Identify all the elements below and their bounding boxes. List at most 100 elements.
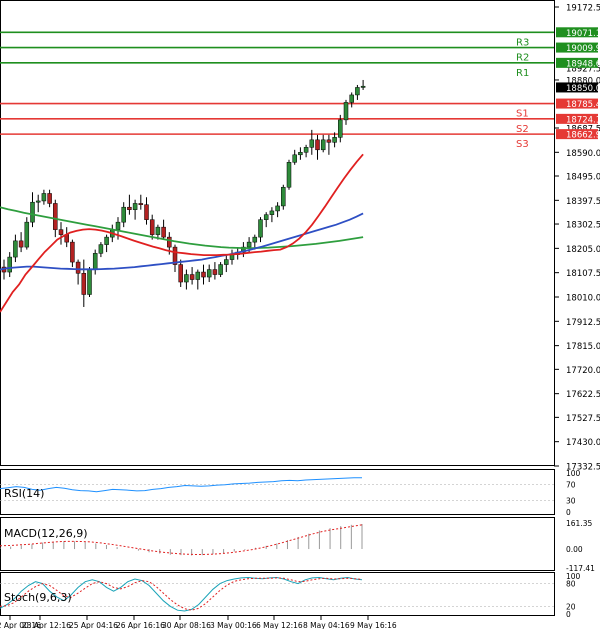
candle-bullish [332,137,337,143]
x-tick-label: 6 May 12:16 [256,621,303,629]
x-tick-label: 9 May 16:16 [350,621,397,629]
level-name-s2: S2 [516,124,529,135]
candle-bearish [127,206,132,210]
candle-bearish [149,219,155,235]
candle-bullish [13,240,18,258]
candle-bullish [338,119,343,138]
candle-bearish [47,193,52,204]
macd-panel [0,517,555,571]
candle-bullish [184,274,189,283]
chart-canvas: 19172.518880.018687.518590.018495.018397… [0,0,600,629]
stoch-tick-label: 0 [566,610,571,619]
y-tick-label: 17912.5 [566,318,600,328]
candle-bullish [292,154,297,163]
level-name-s1: S1 [516,109,529,120]
candle-bullish [258,219,263,238]
level-name-r1: R1 [516,68,529,79]
candle-bearish [201,271,206,278]
candle-bullish [155,226,161,235]
candle-bullish [303,147,309,153]
candle-bearish [189,274,195,280]
x-axis: 22 Apr 00:1623 Apr 12:1625 Apr 04:1626 A… [0,616,397,629]
candle-bullish [92,253,98,270]
candle-bullish [30,201,35,223]
candle-bullish [309,139,315,148]
rsi-tick-label: 100 [566,469,581,478]
candle-bearish [81,273,87,295]
candle-bullish [343,102,349,121]
x-tick-label: 25 Apr 04:16 [69,621,118,629]
y-tick-label: 17720.0 [566,366,600,376]
candle-bullish [41,193,47,202]
candle-bullish [7,256,12,273]
candle-bearish [161,226,166,238]
level-name-s3: S3 [516,139,529,150]
candle-bullish [121,206,126,223]
candle-bullish [87,269,92,295]
candle-bullish [349,94,354,103]
candle-bullish [218,264,223,275]
rsi-tick-label: 30 [566,496,576,505]
candle-bullish [360,85,366,88]
candle-bullish [252,236,258,243]
candle-bearish [144,204,149,220]
macd-tick-label: 0.00 [566,545,583,554]
candle-bullish [35,200,41,203]
candle-bearish [326,139,332,143]
y-tick-label: 17527.5 [566,414,600,424]
candle-bullish [24,221,30,248]
candle-bearish [18,240,24,248]
candle-bullish [246,241,252,248]
candle-bearish [75,261,81,274]
candle-bullish [298,152,303,156]
level-price-label: 19009.9 [566,44,600,54]
level-price-label: 18662.9 [566,131,600,141]
candle-bearish [70,241,75,263]
macd-label: MACD(12,26,9) [4,527,88,540]
current-price-label: 18850.0 [566,84,600,94]
candle-bearish [167,236,172,248]
candle-bullish [104,236,109,245]
x-tick-label: 30 Apr 08:16 [162,621,211,629]
candle-bullish [98,244,104,254]
candle-bearish [138,203,144,205]
y-tick-label: 18397.5 [566,197,600,207]
level-price-label: 18785.4 [566,100,600,110]
rsi-panel [0,469,555,515]
macd-tick-label: 161.35 [566,519,592,528]
candle-bullish [275,205,280,212]
rsi-tick-label: 0 [566,508,571,517]
candle-bullish [115,221,121,230]
main-panel [0,0,555,466]
level-price-label: 19071.1 [566,29,600,39]
candle-bearish [315,139,320,151]
y-tick-label: 17815.0 [566,342,600,352]
candle-bullish [320,139,326,151]
level-name-r3: R3 [516,37,529,48]
y-tick-label: 18107.5 [566,269,600,279]
candle-bearish [178,264,183,283]
x-tick-label: 26 Apr 16:16 [116,621,165,629]
candle-bullish [195,271,201,280]
y-tick-label: 17622.5 [566,390,600,400]
candle-bullish [224,259,229,265]
y-tick-label: 18590.0 [566,149,600,159]
x-tick-label: 8 May 04:16 [303,621,350,629]
rsi-tick-label: 70 [566,481,576,490]
stoch-tick-label: 80 [566,580,576,589]
x-tick-label: 3 May 00:16 [210,621,257,629]
candle-bullish [206,269,212,278]
candle-bullish [281,186,286,207]
y-tick-label: 18010.0 [566,293,600,303]
stoch-label: Stoch(9,6,3) [4,591,72,604]
y-tick-label: 18205.0 [566,245,600,255]
stoch-panel [0,572,555,616]
y-tick-label: 19172.5 [566,4,600,14]
y-tick-label: 18302.5 [566,221,600,231]
y-tick-label: 18495.0 [566,173,600,183]
level-price-label: 18948.6 [566,59,600,69]
candle-bearish [58,229,64,235]
level-name-r2: R2 [516,53,529,64]
candle-bearish [212,269,218,275]
y-tick-label: 17430.0 [566,438,600,448]
